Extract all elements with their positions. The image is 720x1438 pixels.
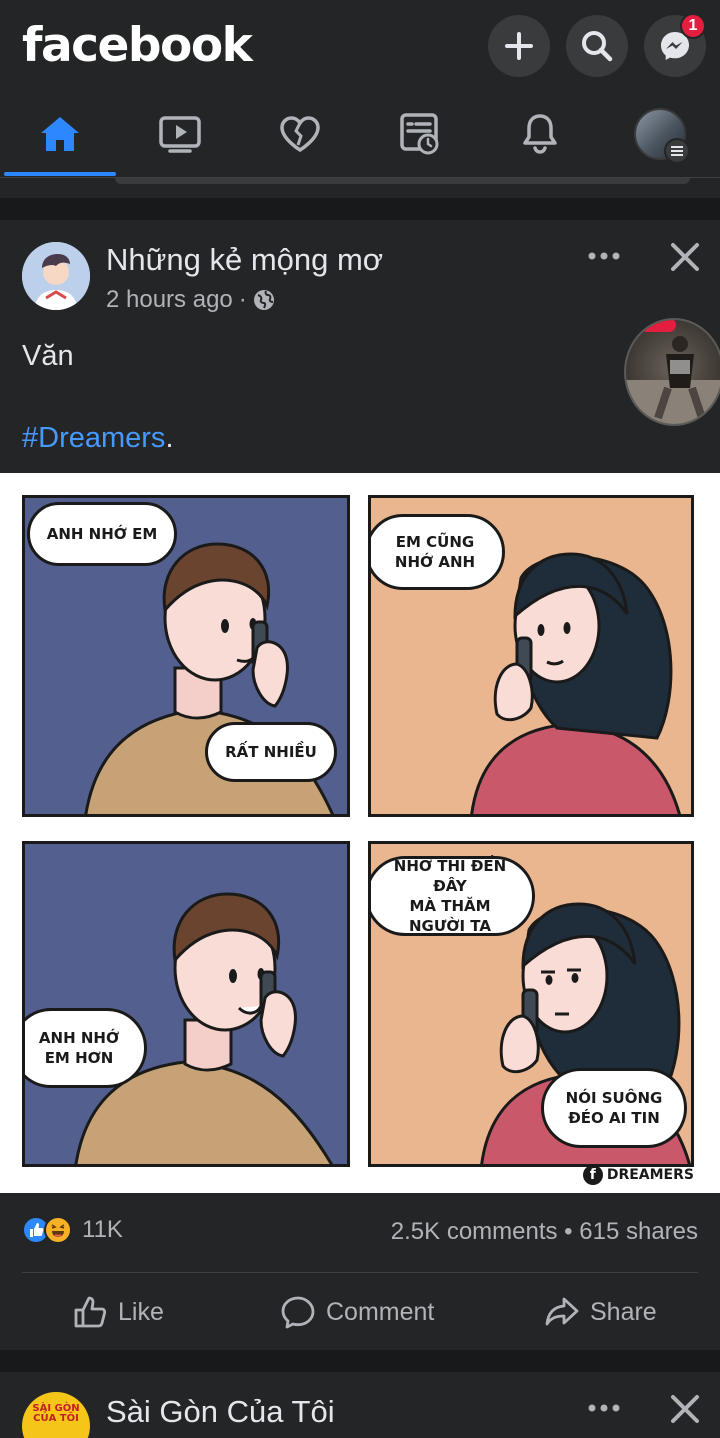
author-avatar-image bbox=[22, 242, 90, 310]
comment-icon bbox=[281, 1296, 315, 1329]
speech-bubble-3: EM CŨNG NHỚ ANH bbox=[371, 514, 505, 590]
bell-icon bbox=[523, 114, 557, 154]
tab-profile-menu[interactable] bbox=[600, 92, 720, 176]
next-feed-post: SÀI GÒN CỦA TÔI Sài Gòn Của Tôi bbox=[0, 1372, 720, 1438]
hashtag-suffix: . bbox=[165, 422, 174, 454]
man-figure-2 bbox=[74, 892, 334, 1164]
nav-bar bbox=[0, 92, 720, 178]
share-button[interactable]: Share bbox=[544, 1280, 657, 1344]
feed-post: Những kẻ mộng mơ 2 hours ago · Văn #Drea… bbox=[0, 220, 720, 1350]
comic-panel-2: EM CŨNG NHỚ ANH bbox=[368, 495, 694, 817]
news-icon bbox=[400, 113, 439, 155]
hashtag-link[interactable]: #Dreamers bbox=[22, 422, 165, 454]
meta-separator: · bbox=[238, 286, 247, 313]
plus-icon bbox=[505, 32, 533, 60]
divider bbox=[22, 1272, 698, 1273]
tab-watch[interactable] bbox=[120, 92, 240, 176]
facebook-logo[interactable]: facebook bbox=[22, 18, 253, 73]
tab-home[interactable] bbox=[0, 92, 120, 176]
speech-bubble-5: NHỚ THÌ ĐẾN ĐÂY MÀ THĂM NGƯỜI TA bbox=[371, 856, 535, 936]
dreamers-logo-icon: f bbox=[582, 1165, 603, 1185]
post-meta: 2 hours ago · bbox=[106, 286, 275, 314]
page-avatar-text: SÀI GÒN CỦA TÔI bbox=[32, 1403, 80, 1424]
create-button[interactable] bbox=[488, 15, 550, 77]
avatar bbox=[634, 108, 690, 164]
hide-post-button[interactable] bbox=[668, 240, 702, 274]
speech-bubble-6: NÓI SUÔNG ĐÉO AI TIN bbox=[541, 1068, 687, 1148]
menu-icon bbox=[664, 138, 690, 164]
comic-panel-3: ANH NHỚ EM HƠN bbox=[22, 841, 350, 1167]
comic-panel-4: NHỚ THÌ ĐẾN ĐÂY MÀ THĂM NGƯỜI TA NÓI SUÔ… bbox=[368, 841, 694, 1167]
messenger-button[interactable]: 1 bbox=[644, 13, 706, 77]
watermark-text: DREAMERS bbox=[606, 1167, 694, 1183]
search-icon bbox=[582, 31, 613, 62]
post-options-button-2[interactable] bbox=[586, 1394, 622, 1422]
close-icon bbox=[671, 243, 699, 271]
comments-shares-count[interactable]: 2.5K comments • 615 shares bbox=[391, 1218, 698, 1246]
thumbs-up-icon bbox=[74, 1296, 107, 1328]
like-button[interactable]: Like bbox=[72, 1280, 164, 1344]
chat-head-image bbox=[626, 336, 720, 424]
tab-news[interactable] bbox=[360, 92, 480, 176]
tab-dating[interactable] bbox=[240, 92, 360, 176]
video-icon bbox=[159, 116, 201, 153]
post-hashtag-line: #Dreamers. bbox=[22, 422, 174, 455]
post-author[interactable]: Những kẻ mộng mơ bbox=[106, 242, 383, 278]
top-bar: facebook 1 bbox=[0, 0, 720, 92]
post-image[interactable]: ANH NHỚ EM RẤT NHIỀU EM CŨNG NHỚ ANH ANH… bbox=[0, 473, 720, 1193]
heart-icon bbox=[280, 116, 320, 153]
chat-head-indicator bbox=[640, 320, 676, 332]
chat-head[interactable] bbox=[624, 318, 720, 426]
post-text: Văn bbox=[22, 340, 74, 372]
comic-panel-1: ANH NHỚ EM RẤT NHIỀU bbox=[22, 495, 350, 817]
comment-button[interactable]: Comment bbox=[280, 1280, 434, 1344]
comment-label: Comment bbox=[326, 1297, 435, 1326]
speech-bubble-2: RẤT NHIỀU bbox=[205, 722, 337, 782]
page-name[interactable]: Sài Gòn Của Tôi bbox=[106, 1394, 335, 1430]
haha-icon bbox=[44, 1216, 72, 1244]
stories-strip bbox=[0, 178, 720, 198]
more-icon bbox=[588, 1404, 620, 1412]
reaction-count: 11K bbox=[82, 1216, 123, 1243]
page-avatar[interactable]: SÀI GÒN CỦA TÔI bbox=[22, 1392, 90, 1438]
tab-notifications[interactable] bbox=[480, 92, 600, 176]
speech-bubble-1: ANH NHỚ EM bbox=[27, 502, 177, 566]
close-icon bbox=[671, 1395, 699, 1423]
speech-bubble-4: ANH NHỚ EM HƠN bbox=[25, 1008, 147, 1088]
comic-watermark: f DREAMERS bbox=[582, 1165, 694, 1185]
hide-post-button-2[interactable] bbox=[668, 1392, 702, 1426]
share-icon bbox=[545, 1297, 579, 1326]
messenger-badge: 1 bbox=[680, 13, 706, 39]
reaction-summary[interactable]: 11K bbox=[22, 1216, 123, 1244]
author-avatar[interactable] bbox=[22, 242, 90, 310]
search-button[interactable] bbox=[566, 15, 628, 77]
home-icon bbox=[41, 117, 79, 151]
more-icon bbox=[588, 252, 620, 260]
share-label: Share bbox=[590, 1297, 657, 1326]
like-label: Like bbox=[118, 1297, 164, 1326]
post-options-button[interactable] bbox=[586, 242, 622, 270]
globe-icon bbox=[253, 290, 274, 310]
post-time[interactable]: 2 hours ago bbox=[106, 286, 233, 314]
post-actions: Like Comment Share bbox=[0, 1280, 720, 1344]
